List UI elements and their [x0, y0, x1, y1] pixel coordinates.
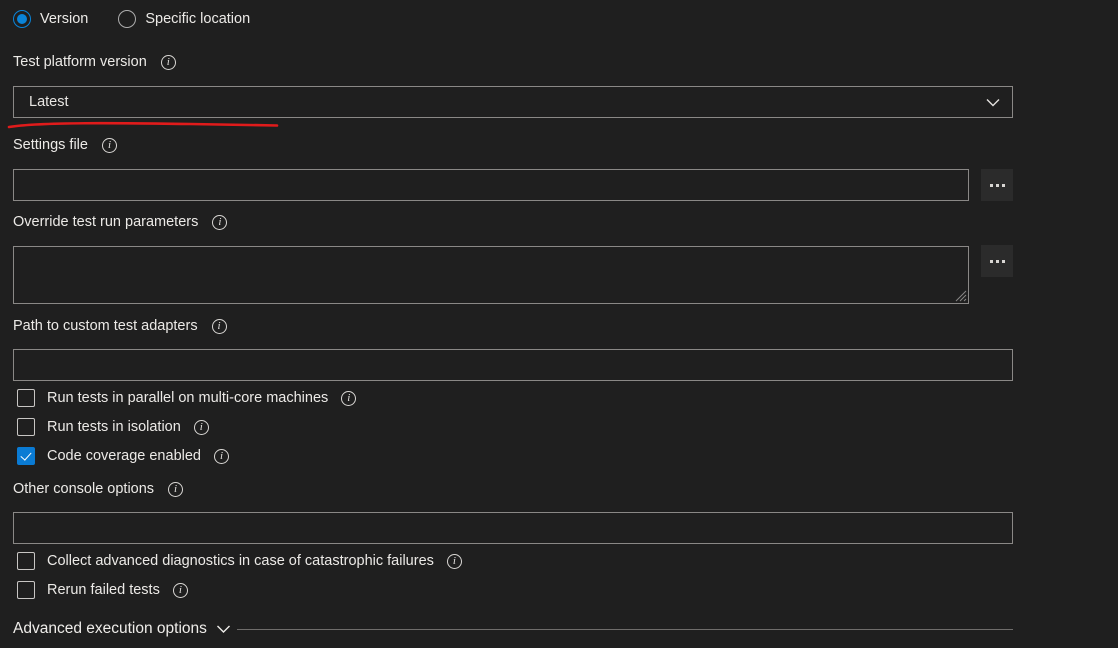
checkbox-row-rerun-failed-tests[interactable]: Rerun failed tests [17, 581, 188, 599]
info-icon-settings-file[interactable] [101, 137, 117, 153]
chevron-down-icon [986, 98, 1000, 106]
radio-option-version[interactable]: Version [13, 10, 88, 28]
ellipsis-icon [995, 259, 999, 263]
info-icon-run-tests-in-isolation[interactable] [193, 419, 209, 435]
advanced-execution-options-divider [237, 629, 1013, 630]
info-icon-run-tests-in-parallel[interactable] [341, 390, 357, 406]
info-icon-code-coverage-enabled[interactable] [213, 448, 229, 464]
checkbox-collect-advanced-diagnostics[interactable] [17, 552, 35, 570]
checkbox-label-run-tests-in-isolation: Run tests in isolation [47, 419, 181, 435]
checkbox-row-run-tests-in-isolation[interactable]: Run tests in isolation [17, 418, 209, 436]
info-icon-test-platform-version[interactable] [160, 54, 176, 70]
input-settings-file[interactable] [13, 169, 969, 201]
radio-specific-location-label: Specific location [145, 10, 251, 27]
checkbox-label-collect-advanced-diagnostics: Collect advanced diagnostics in case of … [47, 553, 434, 569]
label-settings-file: Settings file [13, 137, 117, 153]
checkbox-row-collect-advanced-diagnostics[interactable]: Collect advanced diagnostics in case of … [17, 552, 462, 570]
checkbox-row-run-tests-in-parallel[interactable]: Run tests in parallel on multi-core mach… [17, 389, 357, 407]
input-path-to-custom-test-adapters[interactable] [13, 349, 1013, 381]
info-icon-other-console-options[interactable] [168, 481, 184, 497]
checkbox-row-code-coverage-enabled[interactable]: Code coverage enabled [17, 447, 229, 465]
dropdown-test-platform-version[interactable]: Latest [13, 86, 1013, 118]
info-icon-override-test-run-parameters[interactable] [212, 214, 228, 230]
ellipsis-icon [989, 259, 993, 263]
chevron-down-icon [216, 625, 230, 633]
radio-specific-location-indicator[interactable] [118, 10, 137, 28]
checkbox-code-coverage-enabled[interactable] [17, 447, 35, 465]
dropdown-test-platform-version-value: Latest [29, 94, 69, 110]
label-other-console-options: Other console options [13, 481, 184, 497]
checkbox-label-run-tests-in-parallel: Run tests in parallel on multi-core mach… [47, 390, 329, 406]
advanced-execution-options-toggle[interactable]: Advanced execution options [13, 620, 231, 638]
checkbox-label-rerun-failed-tests: Rerun failed tests [47, 582, 160, 598]
radio-version-label: Version [40, 10, 89, 27]
label-override-test-run-parameters-text: Override test run parameters [13, 214, 199, 230]
radio-option-specific-location[interactable]: Specific location [118, 10, 250, 28]
textarea-wrapper-override-test-run-parameters [13, 246, 969, 304]
textarea-override-test-run-parameters[interactable] [13, 246, 969, 304]
label-override-test-run-parameters: Override test run parameters [13, 214, 228, 230]
ellipsis-icon [1001, 183, 1005, 187]
ellipsis-icon [989, 183, 993, 187]
checkbox-run-tests-in-parallel[interactable] [17, 389, 35, 407]
info-icon-collect-advanced-diagnostics[interactable] [446, 553, 462, 569]
label-test-platform-version-text: Test platform version [13, 54, 147, 70]
label-test-platform-version: Test platform version [13, 54, 176, 70]
label-other-console-options-text: Other console options [13, 481, 155, 497]
browse-button-override-test-run-parameters[interactable] [981, 245, 1013, 277]
browse-button-settings-file[interactable] [981, 169, 1013, 201]
checkbox-run-tests-in-isolation[interactable] [17, 418, 35, 436]
advanced-execution-options-label: Advanced execution options [13, 620, 207, 637]
source-type-radio-group: Version Specific location [13, 10, 280, 28]
info-icon-path-to-custom-test-adapters[interactable] [211, 318, 227, 334]
label-path-to-custom-test-adapters-text: Path to custom test adapters [13, 318, 198, 334]
label-settings-file-text: Settings file [13, 137, 88, 153]
ellipsis-icon [1001, 259, 1005, 263]
label-path-to-custom-test-adapters: Path to custom test adapters [13, 318, 227, 334]
radio-version-indicator[interactable] [13, 10, 31, 28]
input-other-console-options[interactable] [13, 512, 1013, 544]
checkbox-rerun-failed-tests[interactable] [17, 581, 35, 599]
checkbox-label-code-coverage-enabled: Code coverage enabled [47, 448, 201, 464]
ellipsis-icon [995, 183, 999, 187]
info-icon-rerun-failed-tests[interactable] [172, 582, 188, 598]
